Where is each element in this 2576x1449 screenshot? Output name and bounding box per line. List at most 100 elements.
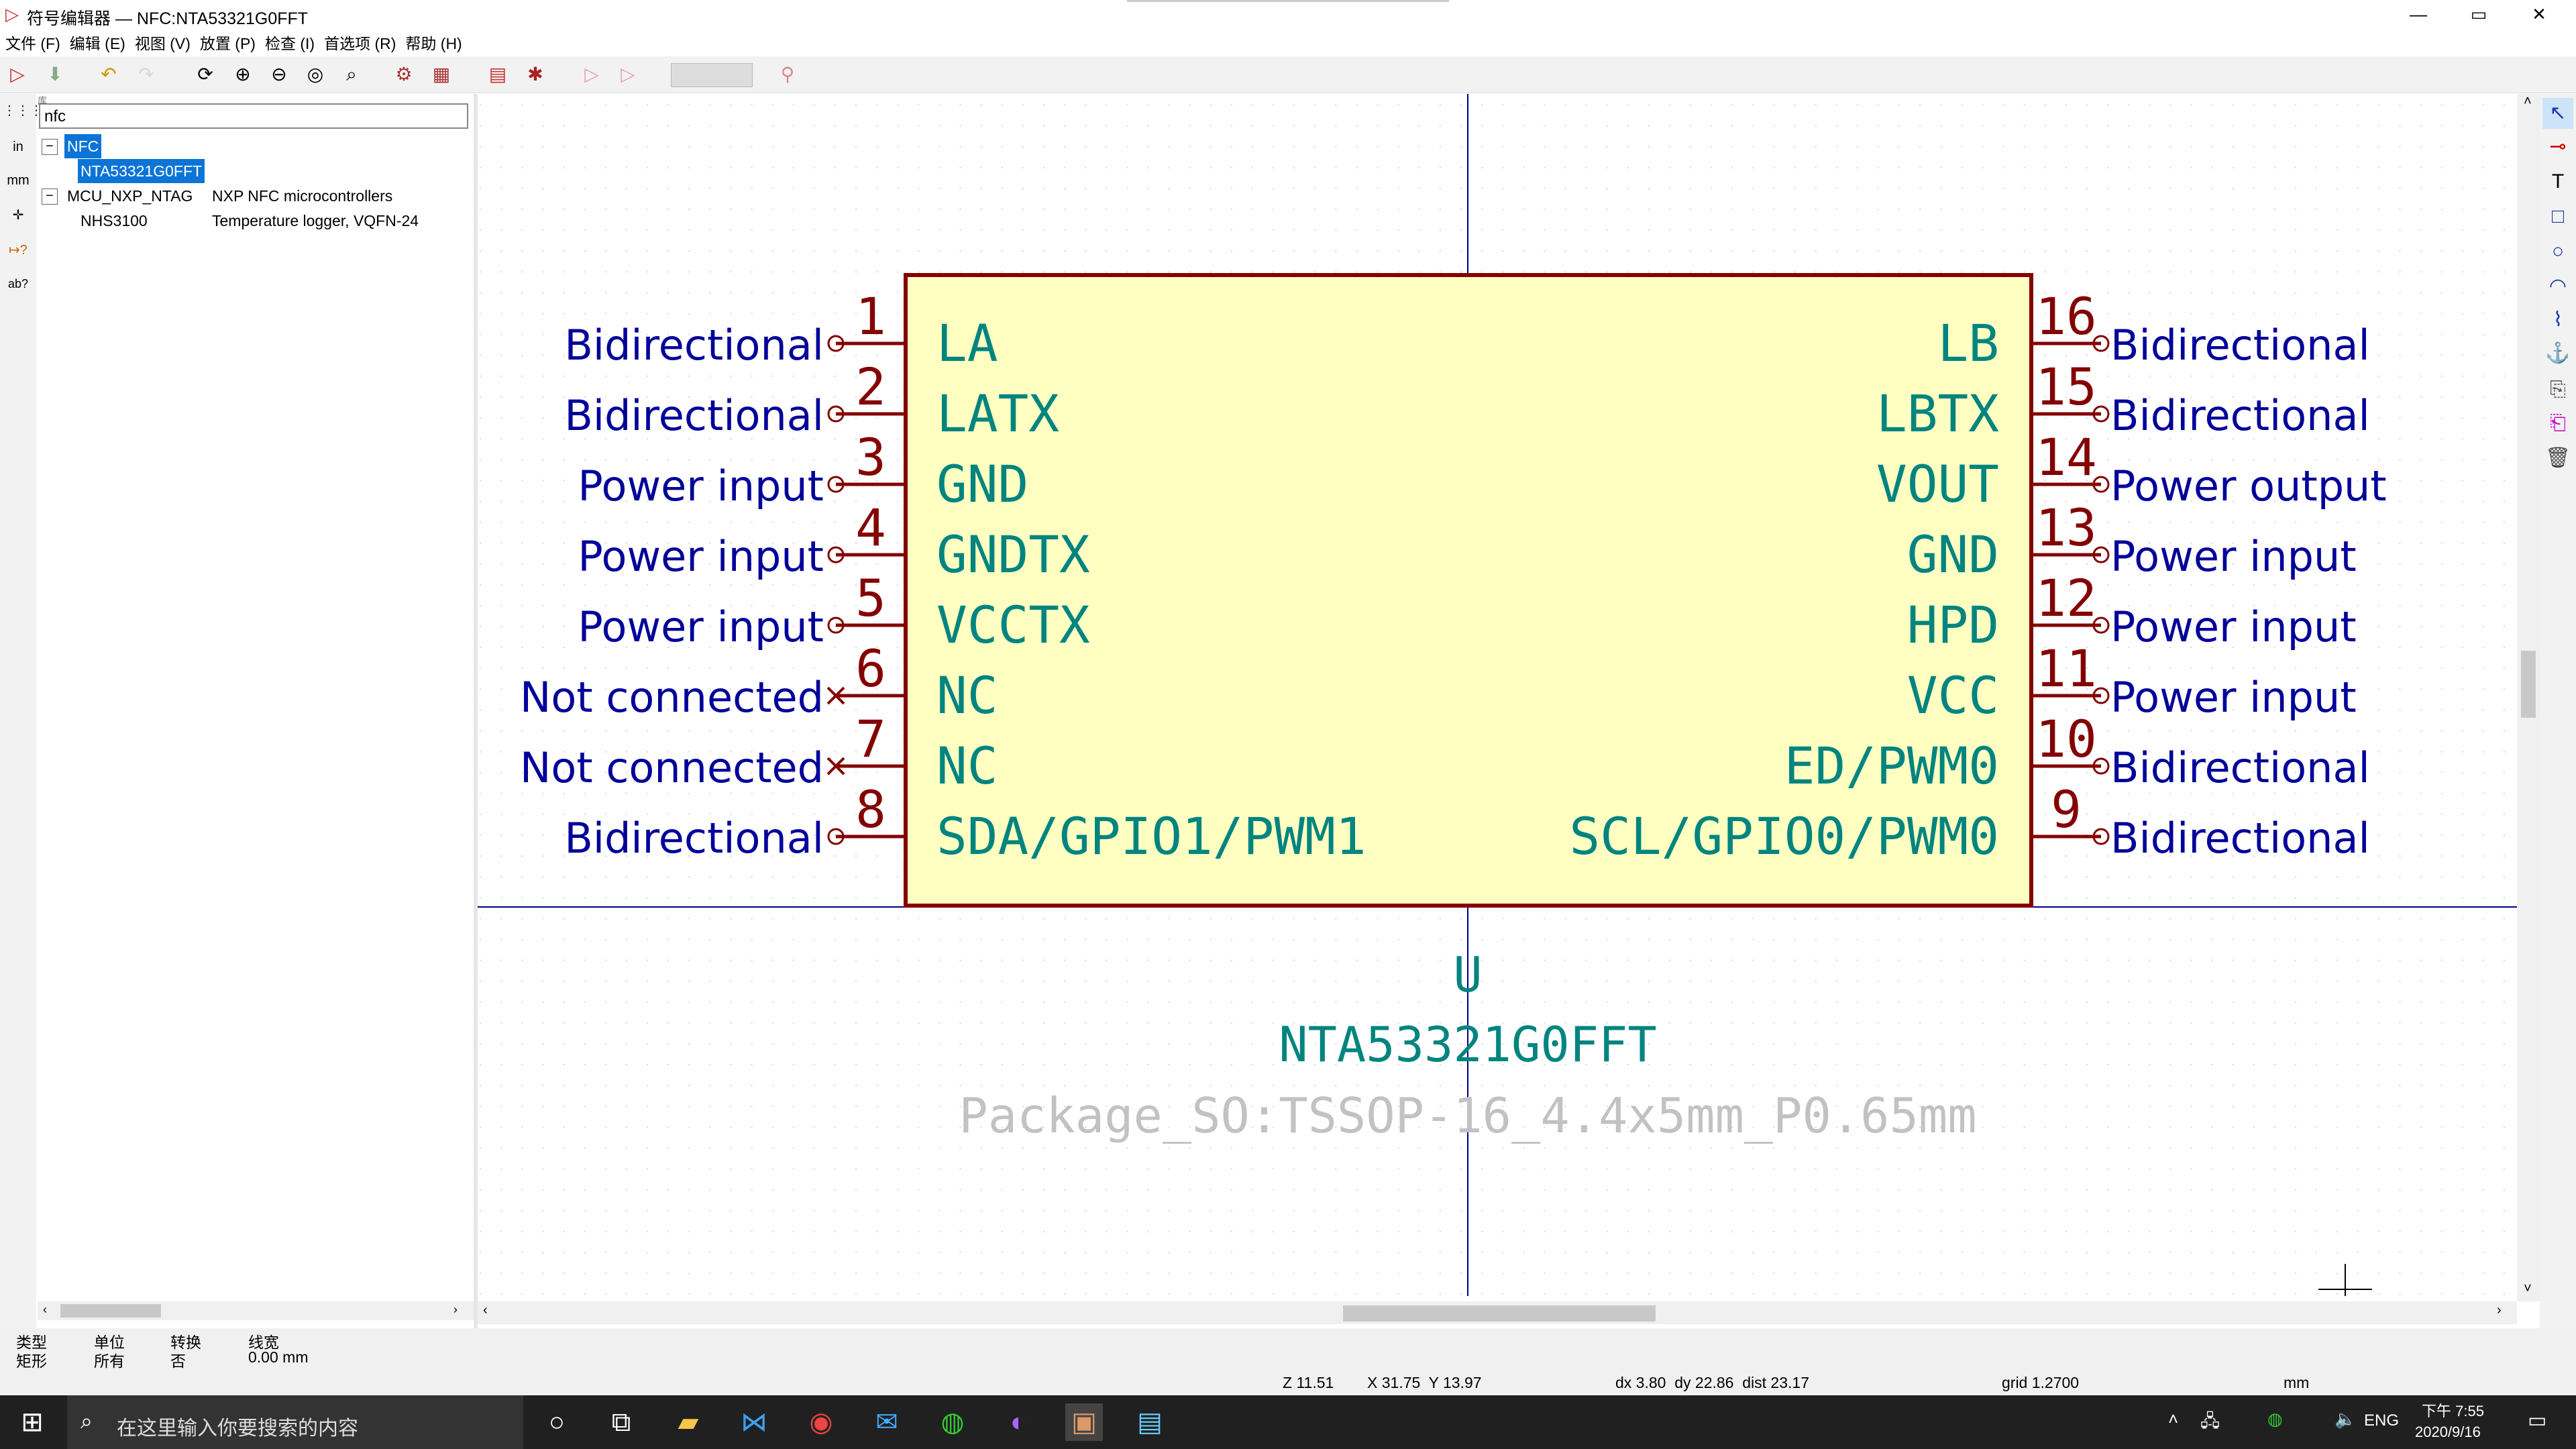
pin-table-icon[interactable]: ▦ [429,63,453,86]
vscode-icon[interactable]: ⋈ [735,1403,773,1441]
pin-name: NC [936,736,998,796]
menu-item-5[interactable]: 首选项 (R) [324,32,396,55]
refresh-icon[interactable]: ⟳ [193,63,217,86]
tray-network-icon[interactable]: 🖧 [2200,1409,2220,1438]
new-symbol-icon[interactable]: ▷ [5,63,30,86]
check-symbol-icon[interactable]: ✱ [523,63,547,86]
zoom-fit-icon[interactable]: ◎ [303,63,327,86]
datasheet-icon[interactable]: ▤ [486,63,510,86]
tree-expander-icon[interactable]: − [42,139,58,155]
hscroll-right-icon[interactable]: › [2497,1303,2502,1318]
chrome-icon[interactable]: ◉ [802,1403,840,1441]
anchor-icon[interactable]: ⚓ [2542,338,2573,369]
pin-electrical-type: Bidirectional [2110,321,2370,370]
github-icon[interactable]: ◐ [1000,1403,1037,1441]
library-hscrollbar[interactable]: ‹ › [38,1301,474,1320]
mail-icon[interactable]: ✉ [868,1403,906,1441]
unit-select[interactable] [671,63,753,87]
menu-item-0[interactable]: 文件 (F) [5,32,60,55]
maximize-button[interactable]: ▭ [2449,0,2509,30]
scroll-right-icon[interactable]: › [453,1303,458,1317]
canvas-vscrollbar[interactable]: ˄ ˅ [2517,94,2540,1301]
show-electrical-types-icon[interactable]: ab? [3,270,34,298]
footprint-field[interactable]: Package_SO:TSSOP-16_4.4x5mm_P0.65mm [959,1087,1976,1144]
delete-icon[interactable]: 🗑 [2542,443,2573,474]
export-symbol-icon[interactable]: ⎗ [2542,408,2573,439]
add-pin-icon[interactable]: ⊸ [2542,131,2573,162]
zoom-out-icon[interactable]: ⊖ [267,63,291,86]
menu-item-2[interactable]: 视图 (V) [135,32,191,55]
pin-name: VOUT [1876,454,1999,514]
inch-units-icon[interactable]: in [3,133,34,161]
zoom-selection-icon[interactable]: ⌕ [339,63,364,86]
units-readout: mm [2284,1374,2310,1391]
add-arc-icon[interactable]: ◠ [2542,271,2573,302]
add-rectangle-icon[interactable]: □ [2542,201,2573,232]
pin-electrical-type: Bidirectional [564,321,824,370]
cursor-coords: X 31.75 Y 13.97 [1367,1374,1482,1391]
menu-item-4[interactable]: 检查 (I) [265,32,315,55]
library-tree-row[interactable]: NTA53321G0FFT [38,159,467,183]
library-tree-row[interactable]: − NFC [38,134,467,158]
add-text-icon[interactable]: T [2542,166,2573,197]
tree-expander-icon[interactable]: − [42,189,58,205]
pin-name: LA [936,313,998,373]
canvas-vscroll-thumb[interactable] [2521,651,2536,718]
canvas-hscrollbar[interactable]: ‹ › [478,1301,2517,1324]
value-field[interactable]: NTA53321G0FFT [1279,1016,1657,1073]
taskbar-search[interactable]: ⌕ 在这里输入你要搜索的内容 [67,1395,523,1449]
zoom-in-icon[interactable]: ⊕ [231,63,255,86]
add-polyline-icon[interactable]: ⌇ [2542,305,2573,335]
select-arrow-icon[interactable]: ↖ [2542,98,2573,129]
scroll-down-icon[interactable]: ˅ [2524,1281,2532,1297]
start-icon[interactable]: ⊞ [13,1403,51,1441]
save-icon[interactable]: ⬇ [43,63,67,86]
library-item-name: NFC [64,134,102,158]
cursor-shape-icon[interactable]: ✛ [3,201,34,229]
file-explorer-icon[interactable]: ▰ [669,1403,707,1441]
mm-units-icon[interactable]: mm [3,166,34,195]
library-tree-row[interactable]: NHS3100 Temperature logger, VQFN-24 [38,209,467,233]
wechat-icon[interactable]: ◍ [934,1403,971,1441]
menu-item-1[interactable]: 编辑 (E) [70,32,125,55]
task-view-icon[interactable]: ⧉ [602,1403,640,1441]
clock-time[interactable]: 下午 7:55 [2422,1399,2484,1421]
tray-volume-icon[interactable]: 🔈 [2334,1409,2356,1430]
document-app-icon[interactable]: ▤ [1131,1403,1169,1441]
undo-icon[interactable]: ↶ [97,63,121,86]
reference-field[interactable]: U [1453,947,1482,1003]
left-toolbar: ⋮⋮⋮ in mm ✛ ↦? ab? [0,94,43,1328]
scroll-left-icon[interactable]: ‹ [43,1303,47,1317]
scroll-up-icon[interactable]: ˄ [2524,94,2532,109]
import-symbol-icon[interactable]: ⎘ [2542,374,2573,405]
grid-toggle-icon[interactable]: ⋮⋮⋮ [3,97,43,125]
schematic-canvas[interactable]: 1 LA Bidirectional 2 LATX Bidirectional 3 GND Po… [478,94,2522,1296]
redo-icon[interactable]: ↷ [134,63,158,86]
close-button[interactable]: ✕ [2509,0,2569,30]
minimize-button[interactable]: — [2388,0,2449,30]
library-tree-row[interactable]: − MCU_NXP_NTAG NXP NFC microcontrollers [38,184,467,208]
main-toolbar: ▷ ⬇ ↶ ↷ ⟳ ⊕ ⊖ ◎ ⌕ ⚙ ▦ ▤ ✱ ▷ ▷ ⚲ [0,56,2576,93]
library-scroll-thumb[interactable] [60,1304,161,1318]
edit-pins-icon[interactable]: ⚲ [775,63,800,86]
pin-electrical-type: Bidirectional [2110,391,2370,440]
library-item-desc: Temperature logger, VQFN-24 [212,212,419,229]
show-pin-type-icon[interactable]: ↦? [3,236,34,264]
app-icon: ▷ [5,4,19,24]
symbol-properties-icon[interactable]: ⚙ [392,63,416,86]
menu-item-3[interactable]: 放置 (P) [200,32,256,55]
add-circle-icon[interactable]: ○ [2542,236,2573,267]
body-style-2-icon[interactable]: ▷ [616,63,640,86]
clock-date[interactable]: 2020/9/16 [2415,1424,2481,1441]
library-search-input[interactable]: nfc [39,103,468,129]
tray-wechat-icon[interactable]: ◍ [2267,1409,2283,1430]
tray-chevron-icon[interactable]: ˄ [2168,1409,2178,1430]
notification-icon[interactable]: ▭ [2528,1409,2546,1432]
body-style-1-icon[interactable]: ▷ [580,63,604,86]
language-indicator[interactable]: ENG [2364,1411,2399,1430]
menu-item-6[interactable]: 帮助 (H) [405,32,462,55]
cortana-icon[interactable]: ○ [538,1403,576,1441]
kicad-icon[interactable]: ▣ [1065,1403,1103,1441]
canvas-hscroll-thumb[interactable] [1343,1305,1656,1322]
hscroll-left-icon[interactable]: ‹ [483,1303,488,1318]
